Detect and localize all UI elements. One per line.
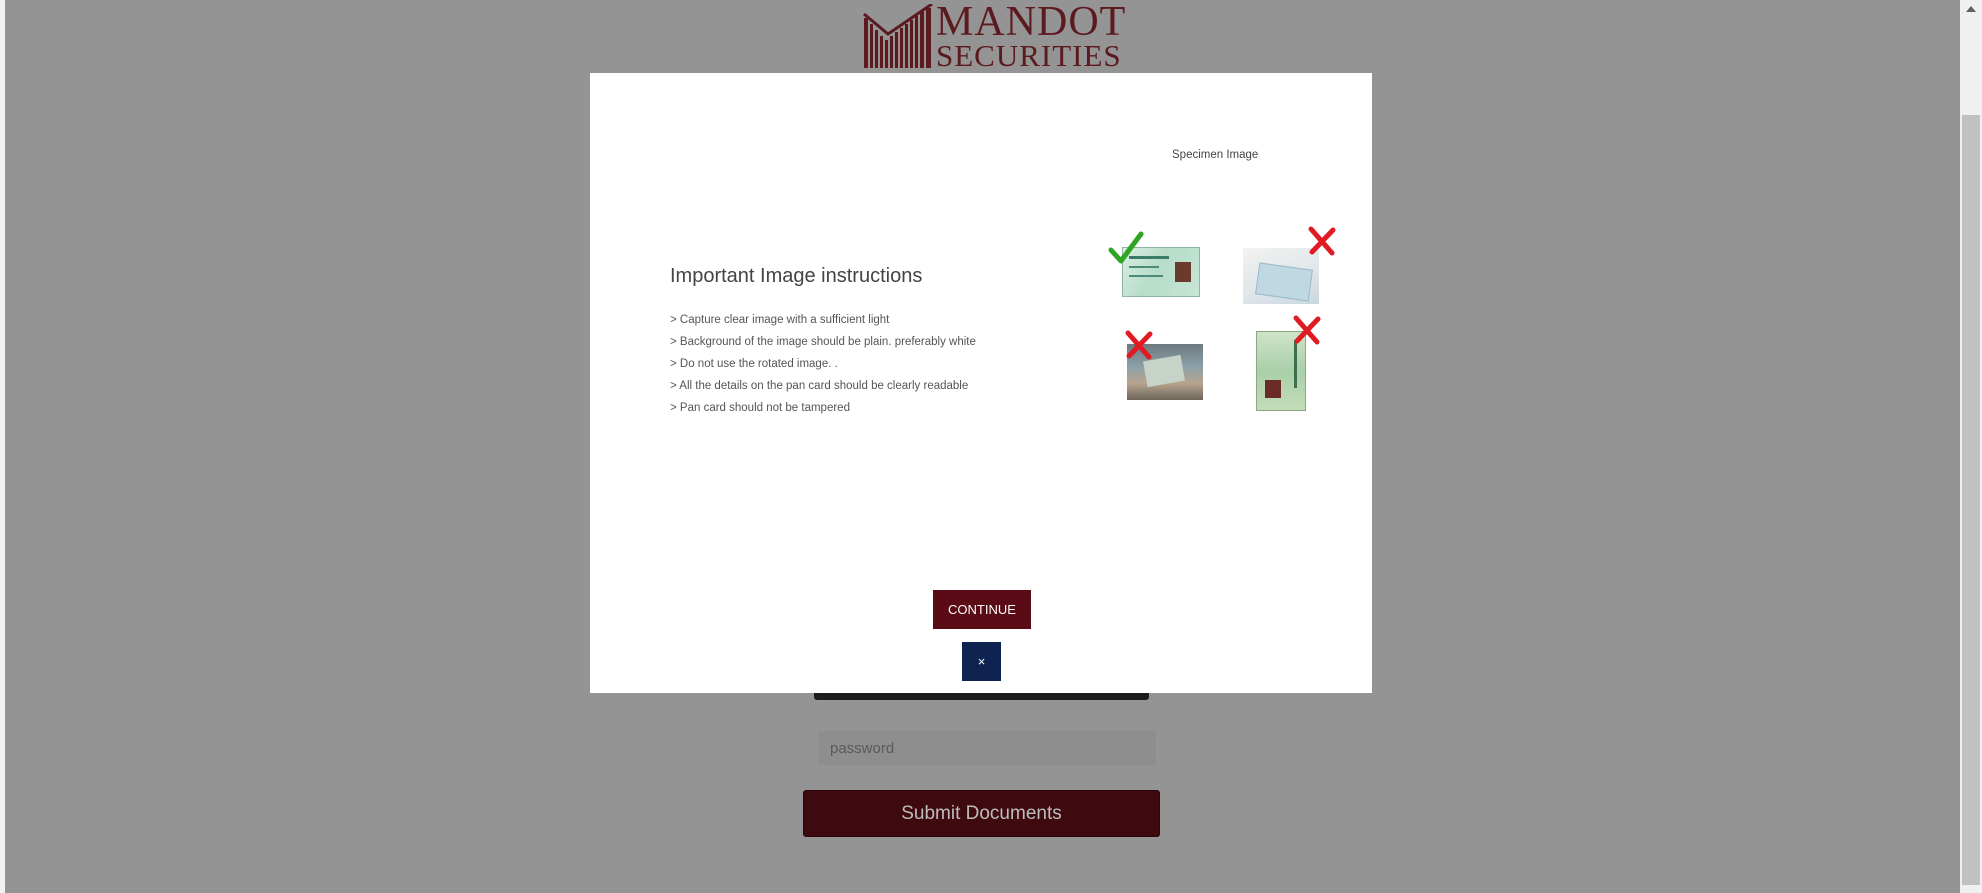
brand-logo: MANDOT SECURITIES (862, 0, 1125, 72)
submit-documents-button[interactable]: Submit Documents (803, 790, 1160, 837)
continue-button[interactable]: CONTINUE (933, 590, 1031, 629)
scrollbar-thumb[interactable] (1962, 115, 1980, 885)
brand-name: MANDOT SECURITIES (936, 1, 1126, 71)
instruction-item: > All the details on the pan card should… (670, 380, 969, 392)
instruction-list: > Capture clear image with a sufficient … (670, 309, 976, 419)
cross-icon (1308, 226, 1336, 256)
specimen-title: Specimen Image (1172, 149, 1259, 161)
page-left-edge (0, 0, 5, 893)
cross-icon (1293, 315, 1321, 345)
brand-name-line1: MANDOT (936, 0, 1127, 45)
instruction-item: > Capture clear image with a sufficient … (670, 314, 890, 326)
scroll-up-arrow-icon[interactable] (1966, 6, 1976, 12)
modal-title: Important Image instructions (670, 265, 923, 287)
vertical-scrollbar[interactable] (1960, 0, 1982, 893)
instruction-item: > Pan card should not be tampered (670, 402, 850, 414)
instruction-item: > Do not use the rotated image. . (670, 358, 838, 370)
brand-name-line2: SECURITIES (936, 38, 1122, 73)
image-instructions-modal: Important Image instructions > Capture c… (590, 73, 1372, 693)
cross-icon (1125, 330, 1153, 360)
close-modal-button[interactable]: × (962, 642, 1001, 681)
password-input[interactable] (818, 731, 1156, 765)
checkmark-icon (1108, 231, 1144, 264)
bar-chart-logo-icon (863, 4, 933, 68)
instruction-item: > Background of the image should be plai… (670, 336, 976, 348)
